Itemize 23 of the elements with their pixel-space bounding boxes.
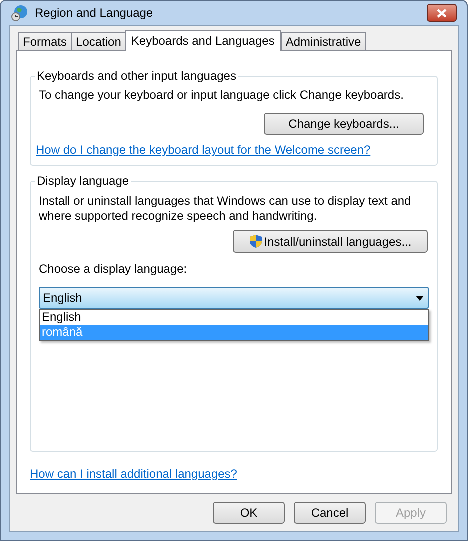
dialog-button[interactable]: OK (213, 502, 285, 524)
description-text: Install or uninstall languages that Windows can use to display text and where supported recognize speech and handwriting. (39, 194, 412, 224)
language-dropdown[interactable]: English (39, 287, 429, 309)
change-keyboards-button[interactable]: Change keyboards... (264, 113, 424, 135)
tab[interactable]: Keyboards and Languages (125, 30, 281, 51)
group-title: Display language (36, 173, 130, 190)
choose-label: Choose a display language: (39, 261, 188, 278)
tab[interactable]: Formats (18, 32, 72, 50)
tab[interactable]: Location (71, 32, 126, 50)
install-languages-button[interactable]: Install/uninstall languages... (233, 230, 428, 253)
shield-icon (249, 234, 264, 249)
dialog-button[interactable]: Cancel (294, 502, 366, 524)
description-text: To change your keyboard or input language click Change keyboards. (39, 87, 405, 104)
globe-icon (11, 4, 29, 22)
link[interactable]: How do I change the keyboard layout for the Welcome screen? (36, 141, 429, 159)
dropdown-option[interactable]: English (40, 310, 428, 325)
window-title: Region and Language (35, 5, 154, 22)
group-title: Keyboards and other input languages (36, 68, 238, 85)
close-icon (437, 8, 447, 18)
dropdown-arrow-icon (416, 296, 424, 300)
link[interactable]: How can I install additional languages? (30, 465, 238, 483)
close-button[interactable] (427, 4, 457, 22)
tab[interactable]: Administrative (280, 32, 366, 50)
